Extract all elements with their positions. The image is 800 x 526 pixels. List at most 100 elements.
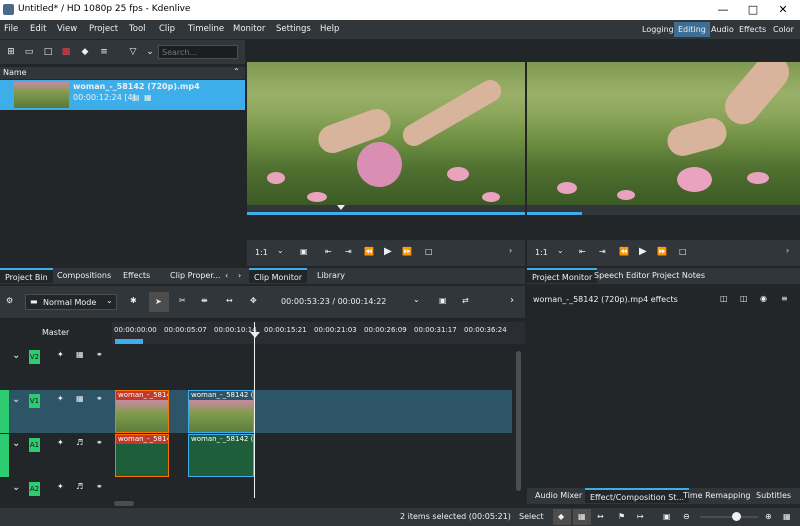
film-icon[interactable]: ▦: [76, 350, 84, 359]
save-icon[interactable]: ◫: [720, 294, 728, 303]
menu-project[interactable]: Project: [89, 24, 118, 34]
track-target-indicator[interactable]: [0, 434, 9, 477]
menu-tool[interactable]: Tool: [129, 24, 146, 34]
clip-playhead-icon[interactable]: [337, 205, 345, 210]
vscroll-thumb[interactable]: [516, 351, 521, 491]
menu-file[interactable]: File: [4, 24, 18, 34]
filter-icon[interactable]: ▽: [127, 46, 139, 58]
lock-icon[interactable]: ⚭: [96, 438, 103, 447]
menu-settings[interactable]: Settings: [276, 24, 311, 34]
playhead-marker-icon[interactable]: [250, 332, 260, 338]
razor-icon[interactable]: ✂: [179, 296, 186, 305]
track-header-a1[interactable]: ⌄ A1 ✦ ♬ ⚭: [0, 434, 112, 477]
split-icon[interactable]: ↔: [597, 512, 604, 521]
timeline-zone[interactable]: [115, 339, 143, 344]
zoom-slider-handle[interactable]: [732, 512, 741, 521]
effects-wand-icon[interactable]: ✦: [57, 482, 64, 491]
play-icon[interactable]: ▶: [384, 246, 392, 257]
workspace-logging[interactable]: Logging: [638, 22, 678, 37]
bin-clip-item[interactable]: woman_-_58142 (720p).mp4 00:00:12:24 [4]…: [0, 80, 245, 110]
zoom-fit-icon[interactable]: ▣: [663, 512, 671, 521]
audio-clip[interactable]: woman_-_58142 (7: [188, 434, 254, 477]
track-name-badge[interactable]: V1: [29, 394, 40, 408]
close-button[interactable]: ✕: [768, 0, 798, 20]
track-lane-v1[interactable]: [112, 390, 512, 433]
menu-edit[interactable]: Edit: [30, 24, 46, 34]
clip-monitor-video[interactable]: [247, 62, 525, 205]
track-lanes[interactable]: woman_-_5814 woman_-_58142 (7 woman_-_58…: [112, 322, 512, 498]
menu-clip[interactable]: Clip: [159, 24, 175, 34]
flag-icon[interactable]: ⚑: [618, 512, 625, 521]
project-zoom-label[interactable]: 1:1: [535, 248, 548, 257]
chevron-down-icon[interactable]: ⌄: [557, 246, 564, 255]
lock-icon[interactable]: ⚭: [96, 394, 103, 403]
collapse-icon[interactable]: ⌄: [12, 438, 20, 449]
workspace-effects[interactable]: Effects: [735, 22, 770, 37]
speaker-icon[interactable]: ♬: [76, 482, 83, 491]
speaker-icon[interactable]: ♬: [76, 438, 83, 447]
compare-icon[interactable]: ◫: [740, 294, 748, 303]
track-header-a2[interactable]: ⌄ A2 ✦ ♬ ⚭: [0, 478, 112, 498]
project-monitor-video[interactable]: [527, 62, 800, 205]
lock-icon[interactable]: ⚭: [96, 482, 103, 491]
thumbnail-button[interactable]: ▦: [573, 509, 591, 525]
menu-help[interactable]: Help: [320, 24, 339, 34]
clip-zoom-label[interactable]: 1:1: [255, 248, 268, 257]
effects-wand-icon[interactable]: ✦: [57, 394, 64, 403]
add-folder-icon[interactable]: □: [42, 46, 54, 58]
marker-icon[interactable]: ↦: [637, 512, 644, 521]
minimize-button[interactable]: —: [708, 0, 738, 20]
tab-audio-mixer[interactable]: Audio Mixer: [530, 488, 587, 503]
zone-icon[interactable]: □: [425, 247, 433, 256]
track-target-indicator[interactable]: [0, 390, 9, 433]
menu-lines-icon[interactable]: ≡: [98, 46, 110, 58]
tab-project-bin[interactable]: Project Bin: [0, 268, 53, 283]
tab-project-notes[interactable]: Project Notes: [647, 268, 710, 283]
slip-icon[interactable]: ✥: [250, 296, 257, 305]
menu-monitor[interactable]: Monitor: [233, 24, 265, 34]
effects-wand-icon[interactable]: ✦: [57, 350, 64, 359]
track-name-badge[interactable]: V2: [29, 350, 40, 364]
chevron-down-icon[interactable]: ⌄: [144, 46, 156, 58]
timeline-hscroll[interactable]: [112, 500, 522, 508]
rewind-icon[interactable]: ⏪: [619, 247, 629, 256]
workspace-color[interactable]: Color: [769, 22, 798, 37]
clip-monitor-ruler[interactable]: [247, 205, 525, 215]
tab-effects[interactable]: Effects: [118, 268, 155, 283]
zoom-out-icon[interactable]: ⊖: [683, 512, 690, 521]
timeline-clip[interactable]: woman_-_5814: [115, 390, 169, 433]
tab-clip-monitor[interactable]: Clip Monitor: [249, 268, 308, 283]
track-name-badge[interactable]: A1: [29, 438, 40, 452]
effects-wand-icon[interactable]: ✦: [57, 438, 64, 447]
set-in-icon[interactable]: ⇤: [325, 247, 332, 256]
lock-icon[interactable]: ⚭: [96, 350, 103, 359]
zone-icon[interactable]: □: [679, 247, 687, 256]
tab-project-monitor[interactable]: Project Monitor: [527, 268, 598, 283]
chevron-left-icon[interactable]: ‹: [225, 271, 228, 280]
select-tool-button[interactable]: ➤: [149, 292, 169, 312]
tab-time-remapping[interactable]: Time Remapping: [678, 488, 755, 503]
edit-mode-select[interactable]: ▬ Normal Mode ⌄: [25, 294, 117, 310]
split-view-icon[interactable]: ▣: [439, 296, 447, 305]
tab-subtitles[interactable]: Subtitles: [751, 488, 796, 503]
settings-icon[interactable]: ⚙: [6, 296, 13, 305]
spacer-icon[interactable]: ⇼: [201, 296, 208, 305]
chevron-right-icon[interactable]: ›: [509, 246, 512, 255]
timeline-vscroll[interactable]: [515, 346, 522, 498]
collapse-icon[interactable]: ⌄: [12, 350, 20, 361]
fullscreen-icon[interactable]: ▣: [300, 247, 308, 256]
collapse-icon[interactable]: ⌄: [12, 482, 20, 493]
bin-search-input[interactable]: [158, 45, 238, 59]
delete-icon[interactable]: ▩: [60, 46, 72, 58]
chevron-right-icon[interactable]: ›: [238, 271, 241, 280]
track-header-v2[interactable]: ⌄ V2 ✦ ▦ ⚭: [0, 346, 112, 389]
timeline-playhead[interactable]: [254, 322, 255, 498]
track-header-v1[interactable]: ⌄ V1 ✦ ▦ ⚭: [0, 390, 112, 433]
menu-view[interactable]: View: [57, 24, 77, 34]
chevron-right-icon[interactable]: ›: [510, 295, 514, 306]
maximize-button[interactable]: □: [738, 0, 768, 20]
track-name-badge[interactable]: A2: [29, 482, 40, 496]
workspace-editing[interactable]: Editing: [674, 22, 710, 37]
eye-icon[interactable]: ◉: [760, 294, 767, 303]
add-clip-icon[interactable]: ⊞: [5, 46, 17, 58]
